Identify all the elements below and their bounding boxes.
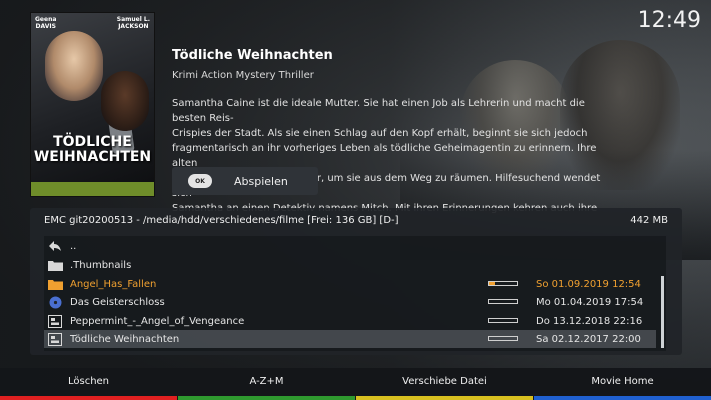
file-date: Mo 01.04.2019 17:54 xyxy=(536,296,644,308)
movie-file-icon xyxy=(46,314,64,328)
file-browser: EMC git20200513 - /media/hdd/verschieden… xyxy=(30,208,682,355)
file-name: Peppermint_-_Angel_of_Vengeance xyxy=(70,315,245,327)
poster-footer-band xyxy=(31,182,154,196)
poster-actor-right-first: Samuel L. xyxy=(116,16,150,23)
movie-title: Tödliche Weihnachten xyxy=(172,48,333,63)
scrollbar[interactable] xyxy=(661,276,664,348)
back-arrow-icon xyxy=(46,239,64,253)
yellow-button-label: Verschiebe Datei xyxy=(402,376,487,387)
poster-title-line: TÖDLICHE xyxy=(53,134,132,150)
progress-bar xyxy=(488,336,518,341)
progress-bar xyxy=(488,318,518,323)
file-name: .Thumbnails xyxy=(70,259,132,271)
file-size: 442 MB xyxy=(630,215,668,226)
green-button[interactable]: A-Z+M xyxy=(178,368,355,400)
description-line: Crispies der Stadt. Als sie einen Schlag… xyxy=(172,128,588,139)
parent-directory-row[interactable]: .. xyxy=(44,237,656,255)
file-date: Sa 02.12.2017 22:00 xyxy=(536,333,641,345)
poster-actor-right: Samuel L. JACKSON xyxy=(117,16,150,30)
blue-color-line xyxy=(534,396,711,400)
dvd-icon xyxy=(46,295,64,309)
file-name: Tödliche Weihnachten xyxy=(70,333,180,345)
poster-title: TÖDLICHE WEIHNACHTEN xyxy=(31,135,154,165)
file-name: .. xyxy=(70,240,77,252)
poster-actor-left-last: DAVIS xyxy=(35,23,56,30)
file-date: Do 13.12.2018 22:16 xyxy=(536,315,643,327)
folder-icon xyxy=(46,258,64,272)
poster-face xyxy=(45,31,103,101)
play-button[interactable]: OK Abspielen xyxy=(172,167,318,195)
poster-title-line: WEIHNACHTEN xyxy=(33,149,152,165)
blue-button[interactable]: Movie Home xyxy=(534,368,711,400)
red-button-label: Löschen xyxy=(67,376,110,387)
file-list-row[interactable]: Peppermint_-_Angel_of_Vengeance Do 13.12.… xyxy=(44,312,656,330)
file-name: Angel_Has_Fallen xyxy=(70,278,157,290)
blue-button-label: Movie Home xyxy=(591,376,654,387)
footer-bar: Löschen A-Z+M Verschiebe Datei Movie Hom… xyxy=(0,368,711,400)
description-line: Samantha Caine ist die ideale Mutter. Si… xyxy=(172,98,585,124)
file-list-row[interactable]: Das Geisterschloss Mo 01.04.2019 17:54 xyxy=(44,293,656,311)
progress-fill xyxy=(489,282,495,285)
file-list: .. .Thumbnails Angel_Has_Fallen So 01.09.20… xyxy=(44,236,666,351)
file-list-row[interactable]: Tödliche Weihnachten Sa 02.12.2017 22:00 xyxy=(44,330,656,348)
folder-icon xyxy=(46,277,64,291)
yellow-color-line xyxy=(356,396,533,400)
poster-face xyxy=(101,71,149,131)
progress-bar xyxy=(488,299,518,304)
play-button-label: Abspielen xyxy=(234,174,288,188)
movie-file-icon xyxy=(46,332,64,346)
red-color-line xyxy=(0,396,177,400)
file-date: So 01.09.2019 12:54 xyxy=(536,278,641,290)
file-list-row[interactable]: Angel_Has_Fallen So 01.09.2019 12:54 xyxy=(44,275,656,293)
ok-key-icon: OK xyxy=(188,174,212,188)
current-path: EMC git20200513 - /media/hdd/verschieden… xyxy=(44,215,399,226)
file-list-row[interactable]: .Thumbnails xyxy=(44,256,656,274)
file-name: Das Geisterschloss xyxy=(70,296,165,308)
green-color-line xyxy=(178,396,355,400)
green-button-label: A-Z+M xyxy=(249,376,284,387)
poster-actor-left: Geena DAVIS xyxy=(35,16,56,30)
poster-actor-left-first: Geena xyxy=(35,16,57,23)
red-button[interactable]: Löschen xyxy=(0,368,177,400)
yellow-button[interactable]: Verschiebe Datei xyxy=(356,368,533,400)
movie-poster: Geena DAVIS Samuel L. JACKSON TÖDLICHE WEI… xyxy=(30,12,155,197)
movie-genre: Krimi Action Mystery Thriller xyxy=(172,70,314,81)
poster-actor-right-last: JACKSON xyxy=(118,23,149,30)
movie-description: Samantha Caine ist die ideale Mutter. Si… xyxy=(172,96,622,216)
clock: 12:49 xyxy=(637,8,701,33)
progress-bar xyxy=(488,281,518,286)
poster-actors: Geena DAVIS Samuel L. JACKSON xyxy=(35,16,150,30)
